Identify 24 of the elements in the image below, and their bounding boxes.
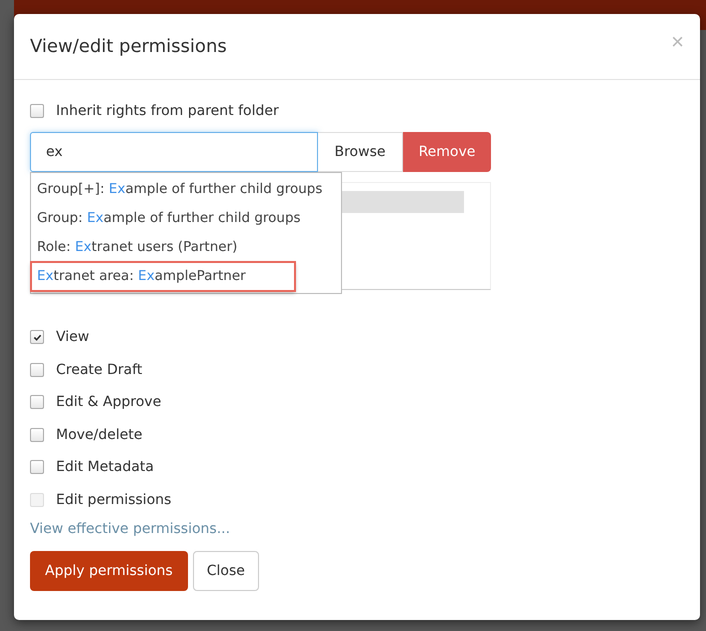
checkbox-label: Edit Metadata: [56, 459, 154, 475]
search-field[interactable]: ex: [30, 132, 318, 172]
checkbox-label: Edit & Approve: [56, 394, 162, 410]
checkbox[interactable]: [30, 330, 44, 344]
checkbox-label: View: [56, 329, 90, 345]
checkbox[interactable]: [30, 428, 44, 442]
close-dialog-button[interactable]: Close: [192, 551, 259, 591]
checkbox-label: Create Draft: [56, 362, 142, 378]
checkbox[interactable]: [30, 362, 44, 376]
checkbox-label: Inherit rights from parent folder: [56, 103, 279, 119]
check-icon: [32, 332, 42, 342]
checkbox[interactable]: [30, 460, 44, 474]
checkbox-label: Move/delete: [56, 426, 142, 442]
checkbox[interactable]: [30, 104, 44, 118]
suggestion-item[interactable]: Role: Extranet users (Partner): [31, 233, 341, 262]
apply-button[interactable]: Apply permissions: [30, 551, 188, 591]
remove-button[interactable]: Remove: [403, 132, 491, 172]
browse-button[interactable]: Browse: [318, 132, 403, 172]
suggestion-item[interactable]: Group: Example of further child groups: [31, 204, 341, 233]
dialog-title: View/edit permissions: [30, 36, 227, 57]
checkbox-label: Edit permissions: [56, 492, 172, 508]
suggestion-item[interactable]: Extranet area: ExamplePartner: [31, 262, 295, 291]
checkbox[interactable]: [30, 395, 44, 409]
suggestion-item[interactable]: Group[+]: Example of further child groups: [31, 175, 341, 204]
